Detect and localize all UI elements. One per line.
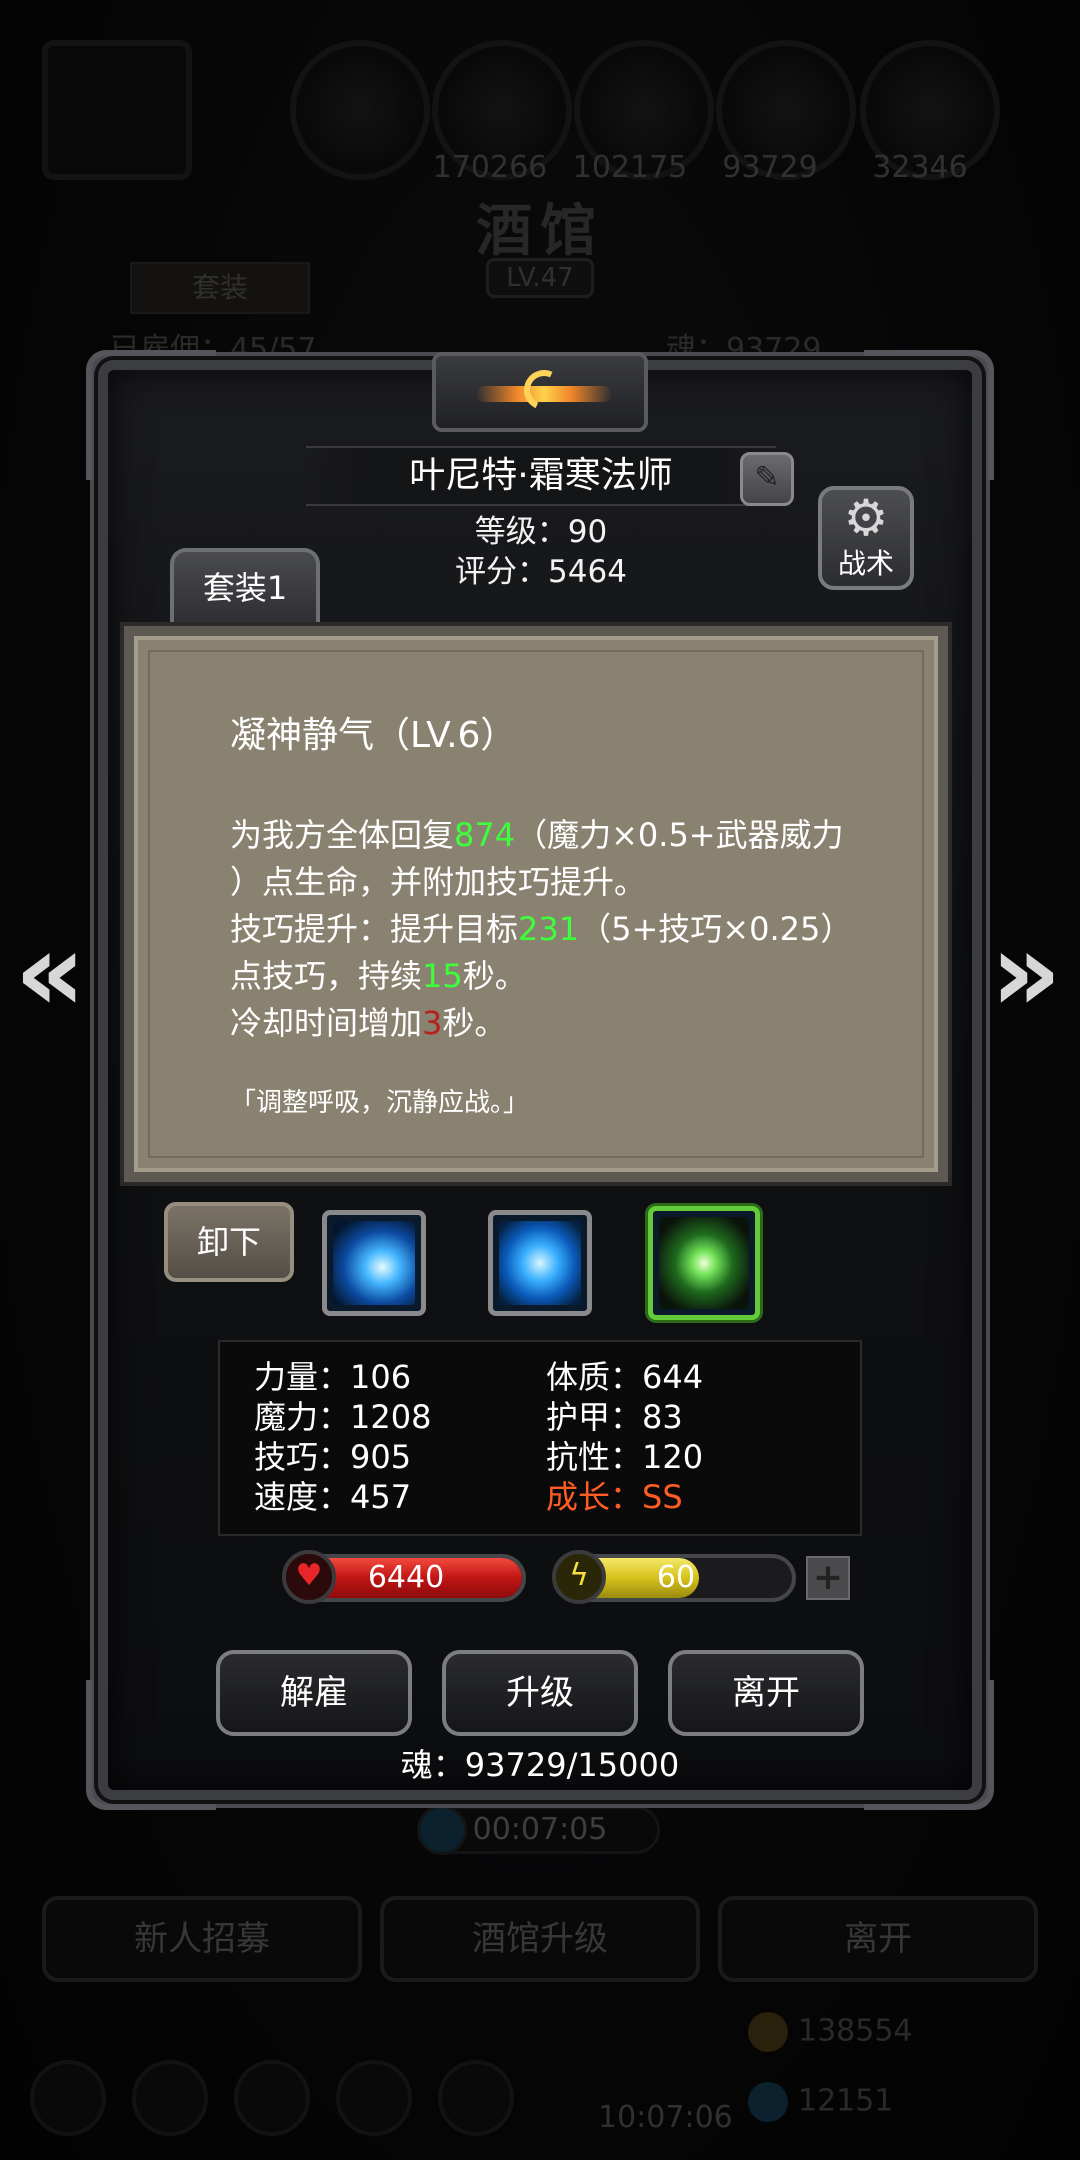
bg-recruit-button: 新人招募 xyxy=(42,1896,362,1982)
skill-description: 为我方全体回复874（魔力×0.5+武器威力 ）点生命，并附加技巧提升。 技巧提… xyxy=(230,812,890,1047)
bg-clock: 10:07:06 xyxy=(598,2100,733,2135)
stat-growth: 成长：SS xyxy=(546,1478,683,1516)
tactics-button[interactable]: ⚙ 战术 xyxy=(818,486,914,590)
green-spirit-icon xyxy=(659,1217,749,1309)
bg-menu-icon xyxy=(234,2060,310,2136)
gem-value: 12151 xyxy=(798,2083,894,2119)
skill-tooltip: 凝神静气（LV.6） 为我方全体回复874（魔力×0.5+武器威力 ）点生命，并… xyxy=(124,626,948,1182)
hero-name-bar: 叶尼特·霜寒法师 xyxy=(306,446,776,506)
description-line: 冷却时间增加3秒。 xyxy=(230,1004,507,1042)
stat-speed: 速度：457 xyxy=(254,1478,412,1516)
hero-score: 评分：5464 xyxy=(455,554,627,590)
moon-icon xyxy=(518,364,570,416)
skill-title: 凝神静气（LV.6） xyxy=(230,715,517,756)
heart-icon: ♥ xyxy=(282,1550,336,1604)
description-line: 点技巧，持续15秒。 xyxy=(230,957,527,995)
gold-value: 138554 xyxy=(798,2013,913,2049)
gold-coin-icon xyxy=(748,2012,788,2052)
soul-cost: 魂：93729/15000 xyxy=(400,1746,680,1784)
bg-menu-icon xyxy=(438,2060,514,2136)
stats-panel: 力量：106 魔力：1208 技巧：905 速度：457 体质：644 护甲：8… xyxy=(218,1340,862,1536)
cooldown-value: 3 xyxy=(422,1004,443,1042)
hero-name: 叶尼特·霜寒法师 xyxy=(409,455,673,496)
bg-level: LV.47 xyxy=(486,258,594,298)
description-line: ）点生命，并附加技巧提升。 xyxy=(230,863,647,901)
lightning-icon: ϟ xyxy=(552,1550,606,1604)
duration-value: 15 xyxy=(422,957,463,995)
skill-slot-3-selected[interactable] xyxy=(648,1206,760,1320)
tactics-label: 战术 xyxy=(837,547,894,580)
gem-icon xyxy=(748,2082,788,2122)
description-line: 为我方全体回复874（魔力×0.5+武器威力 xyxy=(230,816,844,854)
bg-number: 170266 xyxy=(432,150,548,185)
bg-gem: 12151 xyxy=(748,2082,893,2122)
bg-leave-button: 离开 xyxy=(718,1896,1038,1982)
bg-title: 酒馆 xyxy=(476,199,604,264)
skill-flavor-quote: 「调整呼吸，沉静应战。」 xyxy=(230,1088,530,1118)
frame-corner xyxy=(86,350,216,480)
clock-icon xyxy=(417,1805,467,1855)
next-hero-arrow-icon[interactable]: » xyxy=(990,917,1062,1034)
pencil-icon: ✎ xyxy=(754,460,780,495)
bg-hero-slot xyxy=(290,40,430,180)
ice-shard-icon xyxy=(499,1221,581,1305)
description-line: 技巧提升：提升目标231（5+技巧×0.25） xyxy=(230,910,853,948)
bg-timer-value: 00:07:05 xyxy=(472,1812,608,1847)
gear-icon: ⚙ xyxy=(843,489,889,547)
hero-level: 等级：90 xyxy=(474,514,608,550)
dismiss-button[interactable]: 解雇 xyxy=(216,1650,412,1736)
upgrade-button[interactable]: 升级 xyxy=(442,1650,638,1736)
bg-menu-icon xyxy=(132,2060,208,2136)
bg-timer: 00:07:05 xyxy=(417,1805,660,1855)
frame-corner xyxy=(864,1680,994,1810)
bg-tavern-upgrade-button: 酒馆升级 xyxy=(380,1896,700,1982)
skill-slot-1[interactable] xyxy=(322,1210,426,1316)
skill-slot-2[interactable] xyxy=(488,1210,592,1316)
bg-menu-icon xyxy=(30,2060,106,2136)
bg-avatar-slot xyxy=(42,40,192,180)
heal-value: 874 xyxy=(454,816,516,854)
bg-number: 102175 xyxy=(572,150,688,185)
moon-crest-emblem xyxy=(432,352,648,432)
tab-set-1[interactable]: 套装1 xyxy=(170,548,320,628)
skill-boost-value: 231 xyxy=(518,910,580,948)
add-energy-button[interactable]: + xyxy=(806,1556,850,1600)
bg-number: 93729 xyxy=(722,150,818,185)
bg-menu-icon xyxy=(336,2060,412,2136)
ice-burst-icon xyxy=(333,1221,415,1305)
frame-corner xyxy=(864,350,994,480)
previous-hero-arrow-icon[interactable]: « xyxy=(14,917,86,1034)
bg-tab: 套装 xyxy=(130,262,310,314)
bg-gold: 138554 xyxy=(748,2012,913,2052)
bg-number: 32346 xyxy=(872,150,968,185)
edit-name-button[interactable]: ✎ xyxy=(740,452,794,506)
unequip-button[interactable]: 卸下 xyxy=(164,1202,294,1282)
frame-corner xyxy=(86,1680,216,1810)
leave-button[interactable]: 离开 xyxy=(668,1650,864,1736)
